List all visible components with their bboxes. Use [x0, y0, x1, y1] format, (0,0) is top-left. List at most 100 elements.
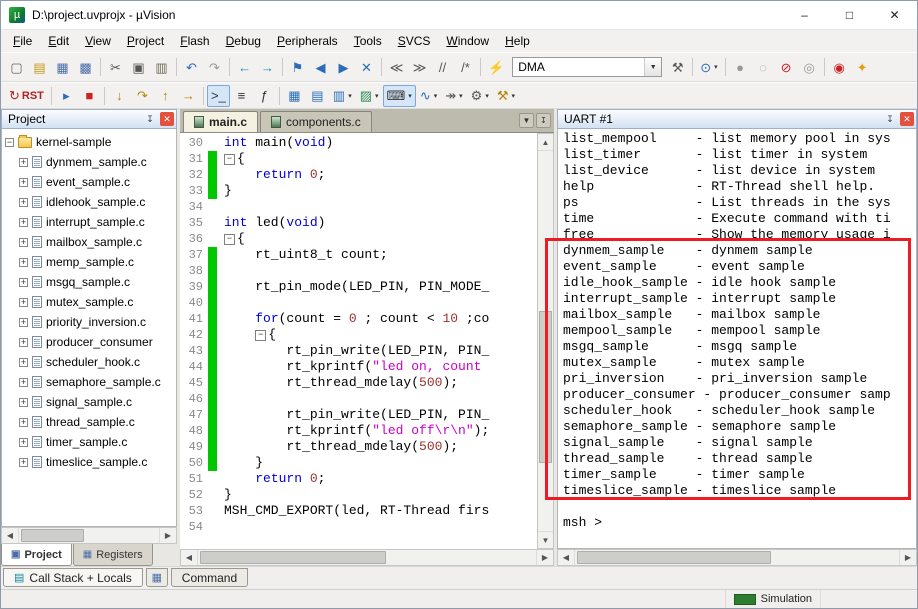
scrollbar-thumb[interactable] — [200, 551, 386, 564]
code-line[interactable]: 42 −{ — [180, 327, 537, 343]
tree-item[interactable]: + dynmem_sample.c — [5, 152, 176, 172]
editor-scrollbar-vertical[interactable] — [537, 133, 554, 549]
serial-window-button[interactable]: ⌨ ▾ — [382, 84, 416, 107]
editor-tab-components-c[interactable]: components.c — [260, 111, 372, 132]
code-line[interactable]: 54 — [180, 519, 537, 535]
tree-item[interactable]: + event_sample.c — [5, 172, 176, 192]
expand-icon[interactable]: + — [19, 317, 28, 327]
grid-icon[interactable]: ▦ — [145, 568, 168, 587]
menu-view[interactable]: View — [77, 32, 119, 50]
scroll-right-icon[interactable] — [536, 550, 553, 565]
code-line[interactable]: 40 — [180, 295, 537, 311]
code-line[interactable]: 39 rt_pin_mode(LED_PIN, PIN_MODE_ — [180, 279, 537, 295]
disable-all-breakpoints-button[interactable]: ⊘ — [775, 56, 798, 78]
indent-button[interactable]: ≫ — [408, 56, 431, 78]
stop-button[interactable]: ■ — [78, 85, 101, 107]
callstack-tab[interactable]: ▤ Call Stack + Locals — [3, 568, 143, 587]
menu-file[interactable]: File — [5, 32, 40, 50]
previous-bookmark-button[interactable]: ◀ — [309, 56, 332, 78]
tree-item[interactable]: + mutex_sample.c — [5, 292, 176, 312]
editor-scrollbar-horizontal[interactable] — [180, 549, 554, 566]
menu-peripherals[interactable]: Peripherals — [269, 32, 346, 50]
tree-item[interactable]: + producer_consumer — [5, 332, 176, 352]
tree-item-root[interactable]: − kernel-sample — [5, 132, 176, 152]
flash-download-button[interactable]: ⚡ — [484, 56, 508, 78]
pin-icon[interactable]: ↧ — [143, 112, 157, 126]
code-line[interactable]: 30 int main(void) — [180, 135, 537, 151]
redo-button[interactable]: ↷ — [203, 56, 226, 78]
close-button[interactable]: ✕ — [872, 1, 917, 29]
comment-button[interactable]: // — [431, 56, 454, 78]
expand-icon[interactable]: + — [19, 377, 28, 387]
scroll-right-icon[interactable] — [159, 528, 176, 543]
code-line[interactable]: 38 — [180, 263, 537, 279]
expand-icon[interactable]: + — [19, 357, 28, 367]
expand-icon[interactable]: + — [19, 437, 28, 447]
expand-icon[interactable]: + — [19, 197, 28, 207]
uart-output[interactable]: list_mempool - list memory pool in sys li… — [545, 129, 917, 549]
menu-svcs[interactable]: SVCS — [390, 32, 439, 50]
tree-item[interactable]: + semaphore_sample.c — [5, 372, 176, 392]
navigate-forward-button[interactable]: → — [256, 56, 279, 78]
toolbox-button[interactable]: ⚒ ▾ — [493, 85, 519, 107]
toggle-bookmark-button[interactable]: ⚑ — [286, 56, 309, 78]
paste-button[interactable]: ▥ — [150, 56, 173, 78]
tree-item[interactable]: + priority_inversion.c — [5, 312, 176, 332]
call-stack-window-button[interactable]: ▤ — [306, 85, 329, 107]
start-stop-debug-button[interactable]: ◉ — [828, 56, 851, 78]
menu-debug[interactable]: Debug — [218, 32, 269, 50]
expand-icon[interactable]: + — [19, 257, 28, 267]
save-button[interactable]: ▦ — [51, 56, 74, 78]
code-line[interactable]: 37 rt_uint8_t count; — [180, 247, 537, 263]
tree-item[interactable]: + timeslice_sample.c — [5, 452, 176, 472]
editor-tab-main-c[interactable]: main.c — [183, 111, 259, 132]
tree-item[interactable]: + interrupt_sample.c — [5, 212, 176, 232]
pin-icon[interactable]: ↧ — [536, 113, 551, 128]
system-viewer-button[interactable]: ⚙ ▾ — [467, 85, 493, 107]
clear-bookmarks-button[interactable]: ✕ — [355, 56, 378, 78]
scroll-up-icon[interactable] — [538, 134, 553, 151]
code-line[interactable]: 46 — [180, 391, 537, 407]
watch-window-button[interactable]: ▥ ▾ — [329, 85, 356, 107]
menu-flash[interactable]: Flash — [172, 32, 217, 50]
code-line[interactable]: 32 return 0; — [180, 167, 537, 183]
code-line[interactable]: 49 rt_thread_mdelay(500); — [180, 439, 537, 455]
maximize-button[interactable]: □ — [827, 1, 872, 29]
code-line[interactable]: 35 int led(void) — [180, 215, 537, 231]
expand-icon[interactable]: + — [19, 397, 28, 407]
run-to-line-button[interactable]: → — [177, 85, 200, 107]
pin-icon[interactable]: ↧ — [883, 112, 897, 126]
code-line[interactable]: 31 −{ — [180, 151, 537, 167]
close-icon[interactable]: ✕ — [160, 112, 174, 126]
analysis-window-button[interactable]: ∿ ▾ — [416, 85, 441, 107]
tree-item[interactable]: + thread_sample.c — [5, 412, 176, 432]
run-button[interactable]: ▸ — [55, 85, 78, 107]
scroll-left-icon[interactable] — [2, 528, 19, 543]
tree-item[interactable]: + idlehook_sample.c — [5, 192, 176, 212]
close-icon[interactable]: ✕ — [900, 112, 914, 126]
collapse-icon[interactable]: − — [5, 137, 14, 147]
fold-marker-icon[interactable]: − — [224, 234, 235, 245]
scrollbar-track[interactable] — [198, 550, 536, 565]
next-bookmark-button[interactable]: ▶ — [332, 56, 355, 78]
scrollbar-thumb[interactable] — [539, 310, 552, 463]
tree-item[interactable]: + memp_sample.c — [5, 252, 176, 272]
menu-project[interactable]: Project — [119, 32, 172, 50]
save-all-button[interactable]: ▩ — [74, 56, 97, 78]
code-line[interactable]: 41 for(count = 0 ; count < 10 ;co — [180, 311, 537, 327]
expand-icon[interactable]: + — [19, 457, 28, 467]
uart-scrollbar-horizontal[interactable] — [557, 549, 917, 566]
expand-icon[interactable]: + — [19, 297, 28, 307]
code-line[interactable]: 44 rt_kprintf("led on, count — [180, 359, 537, 375]
scrollbar-thumb[interactable] — [21, 529, 84, 542]
step-over-button[interactable]: ↷ — [131, 85, 154, 107]
menu-help[interactable]: Help — [497, 32, 538, 50]
copy-button[interactable]: ▣ — [127, 56, 150, 78]
scroll-left-icon[interactable] — [558, 550, 575, 565]
scroll-down-icon[interactable] — [538, 531, 553, 548]
scroll-right-icon[interactable] — [899, 550, 916, 565]
disassembly-window-button[interactable]: ≡ — [230, 85, 253, 107]
find-in-files-button[interactable]: ⊙ ▾ — [696, 56, 721, 78]
step-into-button[interactable]: ↓ — [108, 85, 131, 107]
tree-item[interactable]: + msgq_sample.c — [5, 272, 176, 292]
